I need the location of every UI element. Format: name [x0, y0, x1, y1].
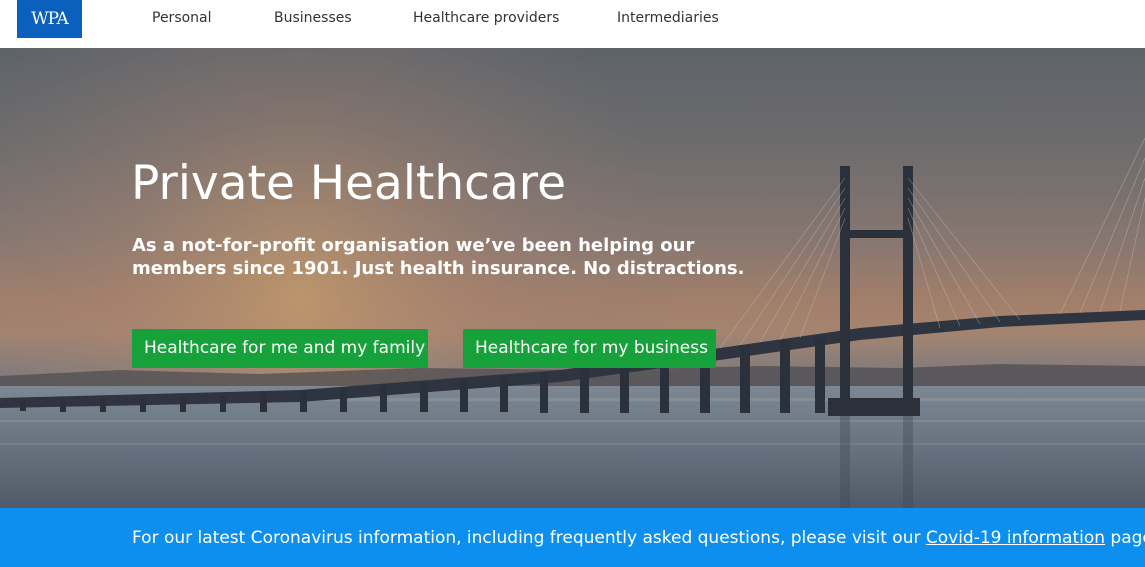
hero-section: Private Healthcare As a not-for-profit o…: [0, 48, 1145, 508]
healthcare-business-button[interactable]: Healthcare for my business: [463, 329, 716, 368]
wpa-logo[interactable]: WPA: [17, 0, 82, 38]
page-title: Private Healthcare: [131, 156, 566, 211]
nav-item-personal[interactable]: Personal: [152, 0, 212, 36]
hero-subtitle: As a not-for-profit organisation we’ve b…: [132, 235, 745, 279]
banner-text-before: For our latest Coronavirus information, …: [132, 528, 926, 548]
covid-banner-text: For our latest Coronavirus information, …: [132, 528, 1145, 548]
nav-item-healthcare-providers[interactable]: Healthcare providers: [413, 0, 559, 36]
covid-banner: For our latest Coronavirus information, …: [0, 508, 1145, 567]
nav-item-businesses[interactable]: Businesses: [274, 0, 352, 36]
nav-item-intermediaries[interactable]: Intermediaries: [617, 0, 719, 36]
top-navigation: WPA Personal Businesses Healthcare provi…: [0, 0, 1145, 48]
covid-information-link[interactable]: Covid-19 information: [926, 528, 1105, 548]
healthcare-family-button[interactable]: Healthcare for me and my family: [132, 329, 428, 368]
banner-text-after: page.: [1110, 528, 1145, 548]
